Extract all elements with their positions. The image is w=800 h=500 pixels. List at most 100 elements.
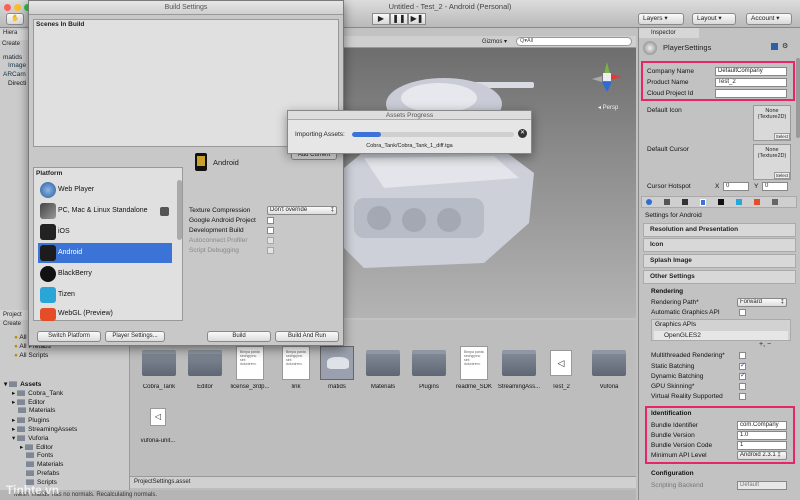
tab-standalone-icon[interactable]: [664, 199, 670, 205]
rendering-path-dropdown[interactable]: Forward ‡: [737, 298, 787, 307]
orientation-gizmo[interactable]: [592, 62, 622, 92]
platform-ios[interactable]: iOS: [38, 222, 172, 242]
layers-dropdown[interactable]: Layers ▾: [638, 13, 684, 25]
scene-search-input[interactable]: Q▾All: [516, 37, 632, 46]
platform-web-player[interactable]: Web Player: [38, 180, 172, 200]
inspector-tab[interactable]: Inspector: [639, 28, 699, 38]
perspective-label[interactable]: ◂ Persp: [598, 104, 618, 111]
asset-document[interactable]: Bimpa panta sechgrpno sint doluntrem.: [236, 346, 264, 380]
account-dropdown[interactable]: Account ▾: [746, 13, 792, 25]
dynamic-batching-checkbox[interactable]: [739, 371, 746, 380]
hierarchy-item[interactable]: ARCam: [3, 71, 26, 78]
platform-blackberry[interactable]: BlackBerry: [38, 264, 172, 284]
minimize-window-icon[interactable]: [14, 4, 21, 11]
play-button[interactable]: ▶: [372, 13, 390, 25]
platform-tizen[interactable]: Tizen: [38, 285, 172, 305]
gizmos-dropdown[interactable]: Gizmos ▾: [482, 38, 507, 45]
add-remove-api-buttons[interactable]: +, −: [759, 341, 771, 348]
help-book-icon[interactable]: [771, 43, 778, 50]
asset-folder[interactable]: [412, 350, 446, 376]
option-label: Autoconnect Profiler: [189, 237, 248, 244]
tree-item[interactable]: Materials: [26, 461, 63, 468]
tree-item[interactable]: ▸ Plugins: [12, 416, 49, 424]
platform-scrollbar[interactable]: [177, 180, 182, 240]
virtual-reality-checkbox[interactable]: [739, 393, 746, 400]
multithreaded-rendering-checkbox[interactable]: [739, 352, 746, 359]
close-window-icon[interactable]: [4, 4, 11, 11]
step-button[interactable]: ▶❚: [408, 13, 426, 25]
pause-button[interactable]: ❚❚: [390, 13, 408, 25]
asset-model-matids[interactable]: [320, 346, 354, 380]
hotspot-y-input[interactable]: 0: [762, 182, 788, 191]
asset-document[interactable]: Bimpa panta sechgrpno sint doluntrem.: [460, 346, 488, 380]
hand-tool-button[interactable]: ✋: [6, 13, 24, 25]
asset-folder[interactable]: [188, 350, 222, 376]
google-android-project-checkbox[interactable]: [267, 217, 274, 224]
hierarchy-item[interactable]: matids: [3, 54, 22, 61]
player-settings-button[interactable]: Player Settings...: [105, 331, 165, 342]
autoconnect-profiler-checkbox[interactable]: [267, 237, 274, 244]
asset-folder[interactable]: [366, 350, 400, 376]
tab-blackberry-icon[interactable]: [718, 199, 724, 205]
tree-item[interactable]: ▸ Editor: [20, 443, 53, 451]
tree-item[interactable]: ▸ StreamingAssets: [12, 425, 77, 433]
tab-other-icon[interactable]: [772, 199, 778, 205]
platform-android[interactable]: Android: [38, 243, 172, 263]
folder-icon: [412, 350, 446, 376]
inspector-scrollbar[interactable]: [796, 58, 800, 138]
select-button[interactable]: Select: [774, 133, 790, 140]
tab-tizen-icon[interactable]: [736, 199, 742, 205]
auto-graphics-checkbox[interactable]: [739, 309, 746, 316]
switch-platform-button[interactable]: Switch Platform: [37, 331, 101, 342]
texture-compression-dropdown[interactable]: Don't override ‡: [267, 206, 337, 215]
hierarchy-create-button[interactable]: Create: [2, 41, 20, 47]
hierarchy-tab[interactable]: Hiera: [0, 30, 30, 40]
hierarchy-item[interactable]: Image: [8, 62, 26, 69]
build-button[interactable]: Build: [207, 331, 271, 342]
hierarchy-item[interactable]: Directi: [8, 80, 26, 87]
tab-html5-icon[interactable]: [754, 199, 760, 205]
asset-folder[interactable]: [502, 350, 536, 376]
default-cursor-slot[interactable]: None (Texture2D) Select: [753, 144, 791, 180]
component-settings-gear-icon[interactable]: ⚙: [782, 42, 788, 50]
tab-ios-icon[interactable]: [682, 199, 688, 205]
gpu-skinning-checkbox[interactable]: [739, 383, 746, 390]
platform-webgl[interactable]: WebGL (Preview): [38, 306, 172, 322]
tree-item[interactable]: ▸ Cobra_Tank: [12, 389, 63, 397]
tab-web-icon[interactable]: [646, 199, 652, 205]
render-option-label: Multithreaded Rendering*: [651, 352, 725, 359]
tab-android-icon[interactable]: [700, 199, 706, 206]
build-and-run-button[interactable]: Build And Run: [275, 331, 339, 342]
section-icon[interactable]: Icon: [643, 238, 796, 252]
section-resolution[interactable]: Resolution and Presentation: [643, 223, 796, 237]
asset-folder[interactable]: [142, 350, 176, 376]
layout-dropdown[interactable]: Layout ▾: [692, 13, 736, 25]
section-other-settings[interactable]: Other Settings: [643, 270, 796, 284]
script-debugging-checkbox[interactable]: [267, 247, 274, 254]
scripting-backend-dropdown[interactable]: Default: [737, 481, 787, 490]
tree-item-assets[interactable]: ▾ Assets: [4, 380, 41, 388]
html5-icon: [40, 308, 56, 321]
favorite-item[interactable]: ● All Scripts: [14, 352, 48, 359]
hotspot-x-input[interactable]: 0: [723, 182, 749, 191]
select-button[interactable]: Select: [774, 172, 790, 179]
section-splash-image[interactable]: Splash Image: [643, 254, 796, 268]
tree-item[interactable]: Prefabs: [26, 470, 59, 477]
tree-item[interactable]: ▸ Editor: [12, 398, 45, 406]
document-icon: Bimpa panta sechgrpno sint doluntrem.: [460, 346, 488, 380]
platform-standalone[interactable]: PC, Mac & Linux Standalone: [38, 201, 172, 221]
cancel-progress-icon[interactable]: ✕: [518, 129, 527, 138]
unity-package-icon[interactable]: ◁: [150, 408, 166, 426]
scene-view[interactable]: Gizmos ▾ Q▾All ◂ Persp: [344, 36, 636, 318]
tree-item[interactable]: Materials: [18, 407, 55, 414]
asset-document[interactable]: Bimpa panta sechgrpno sint doluntrem.: [282, 346, 310, 380]
tree-item[interactable]: ▾ Vuforia: [12, 434, 48, 442]
tree-item[interactable]: Fonts: [26, 452, 53, 459]
project-create-button[interactable]: Create: [3, 321, 21, 327]
default-icon-slot[interactable]: None (Texture2D) Select: [753, 105, 791, 141]
development-build-checkbox[interactable]: [267, 227, 274, 234]
static-batching-checkbox[interactable]: [739, 361, 746, 370]
unity-scene-icon[interactable]: ◁: [550, 350, 572, 376]
graphics-api-item[interactable]: OpenGLES2: [654, 331, 788, 340]
asset-folder[interactable]: [592, 350, 626, 376]
